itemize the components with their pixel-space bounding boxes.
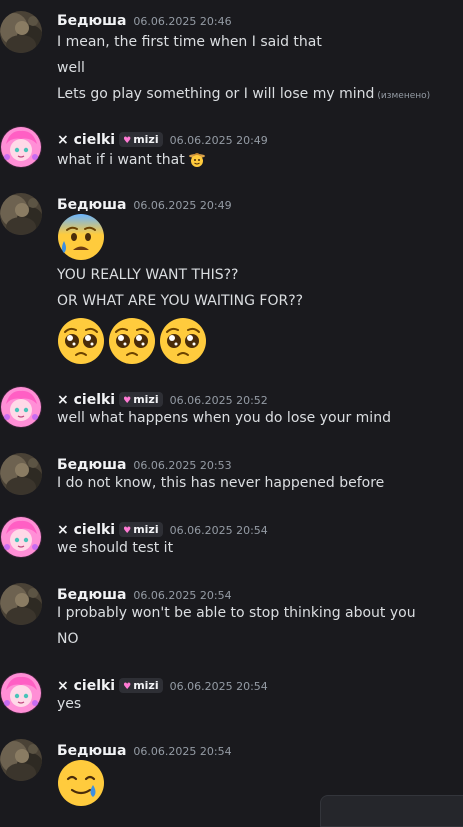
message-text-content: what if i want that [57, 152, 185, 168]
bedusha-avatar[interactable] [0, 583, 42, 625]
timestamp: 06.06.2025 20:54 [133, 589, 232, 602]
scroll-to-bottom-bar[interactable] [320, 795, 463, 827]
badge-label: mizi [133, 133, 159, 146]
timestamp: 06.06.2025 20:54 [133, 745, 232, 758]
heart-icon: ♥ [123, 682, 132, 692]
author-name[interactable]: Бедюша [57, 13, 126, 29]
bedusha-avatar[interactable] [0, 453, 42, 495]
role-badge[interactable]: ♥ mizi [119, 132, 163, 147]
message-text: I mean, the first time when I said that [57, 34, 322, 50]
badge-label: mizi [133, 523, 159, 536]
pleading-face-emoji [108, 317, 156, 369]
cielki-avatar[interactable] [0, 386, 42, 428]
message-text: YOU REALLY WANT THIS?? [57, 267, 239, 283]
message-text: yes [57, 696, 82, 712]
bedusha-avatar[interactable] [0, 739, 42, 781]
author-name[interactable]: Бедюша [57, 587, 126, 603]
edited-label: (изменено) [377, 91, 431, 101]
message-text: we should test it [57, 540, 174, 556]
pleading-face-emoji [57, 317, 105, 369]
timestamp: 06.06.2025 20:46 [133, 15, 232, 28]
cielki-avatar[interactable] [0, 516, 42, 558]
message-text: I probably won't be able to stop thinkin… [57, 605, 416, 621]
author-name[interactable]: × cielki [57, 522, 115, 538]
message-header: × cielki ♥ mizi 06.06.2025 20:54 [57, 675, 268, 695]
smiling-face-with-tear-emoji [57, 759, 105, 811]
message-header: Бедюша 06.06.2025 20:53 [57, 454, 232, 474]
message-text: what if i want that [57, 150, 206, 172]
message-header: × cielki ♥ mizi 06.06.2025 20:52 [57, 389, 268, 409]
message-text: well [57, 60, 85, 76]
timestamp: 06.06.2025 20:52 [169, 394, 268, 407]
bedusha-avatar[interactable] [0, 193, 42, 235]
heart-icon: ♥ [123, 136, 132, 146]
timestamp: 06.06.2025 20:49 [133, 199, 232, 212]
author-name[interactable]: × cielki [57, 132, 115, 148]
message-text: I do not know, this has never happened b… [57, 475, 385, 491]
timestamp: 06.06.2025 20:49 [169, 134, 268, 147]
role-badge[interactable]: ♥ mizi [119, 522, 163, 537]
cielki-avatar[interactable] [0, 672, 42, 714]
bedusha-avatar[interactable] [0, 11, 42, 53]
author-name[interactable]: × cielki [57, 678, 115, 694]
author-name[interactable]: Бедюша [57, 197, 126, 213]
message-text: NO [57, 631, 79, 647]
heart-icon: ♥ [123, 396, 132, 406]
role-badge[interactable]: ♥ mizi [119, 392, 163, 407]
message-text-content: Lets go play something or I will lose my… [57, 86, 375, 102]
author-name[interactable]: × cielki [57, 392, 115, 408]
message-header: × cielki ♥ mizi 06.06.2025 20:54 [57, 519, 268, 539]
message-header: Бедюша 06.06.2025 20:54 [57, 740, 232, 760]
message-text: well what happens when you do lose your … [57, 410, 391, 426]
message-header: Бедюша 06.06.2025 20:54 [57, 584, 232, 604]
heart-icon: ♥ [123, 526, 132, 536]
author-name[interactable]: Бедюша [57, 743, 126, 759]
message-text: OR WHAT ARE YOU WAITING FOR?? [57, 293, 304, 309]
anxious-face-with-sweat-emoji [57, 213, 105, 265]
badge-label: mizi [133, 679, 159, 692]
author-name[interactable]: Бедюша [57, 457, 126, 473]
message-header: × cielki ♥ mizi 06.06.2025 20:49 [57, 129, 268, 149]
message-header: Бедюша 06.06.2025 20:49 [57, 194, 232, 214]
timestamp: 06.06.2025 20:54 [169, 680, 268, 693]
cowboy-face-emoji [188, 150, 206, 172]
timestamp: 06.06.2025 20:54 [169, 524, 268, 537]
timestamp: 06.06.2025 20:53 [133, 459, 232, 472]
role-badge[interactable]: ♥ mizi [119, 678, 163, 693]
badge-label: mizi [133, 393, 159, 406]
cielki-avatar[interactable] [0, 126, 42, 168]
message-header: Бедюша 06.06.2025 20:46 [57, 10, 232, 30]
pleading-face-emoji [159, 317, 207, 369]
message-text: Lets go play something or I will lose my… [57, 86, 430, 102]
